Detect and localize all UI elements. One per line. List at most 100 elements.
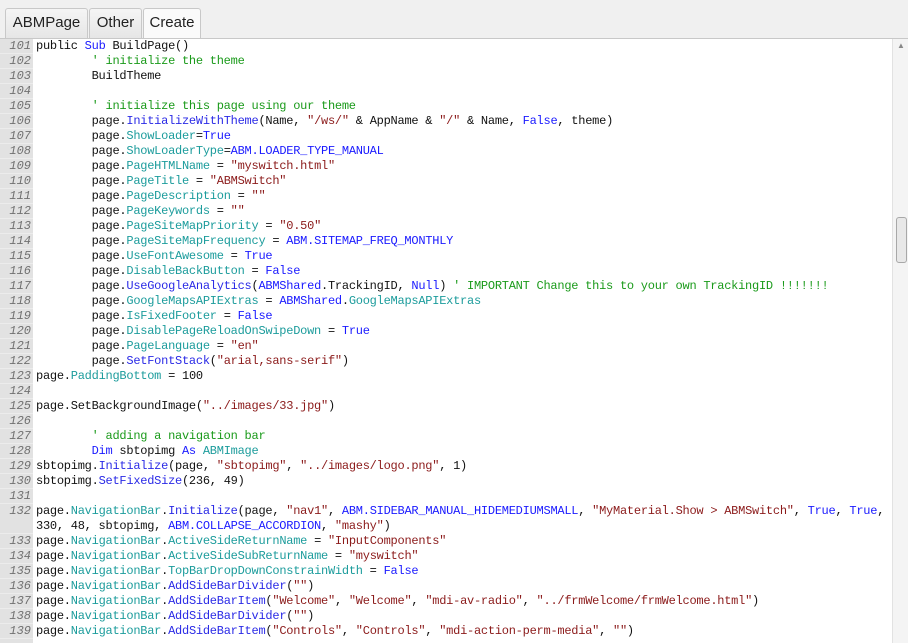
- code-line[interactable]: 124: [0, 384, 890, 399]
- line-code: page.NavigationBar.AddSideBarDivider(""): [33, 579, 890, 594]
- line-number: 123: [0, 369, 33, 384]
- string-token: "mashy": [334, 519, 384, 533]
- code-line[interactable]: 133 page.NavigationBar.ActiveSideReturnNa…: [0, 534, 890, 549]
- string-token: "": [293, 609, 308, 623]
- tab-abmpage[interactable]: ABMPage: [5, 8, 88, 38]
- method-token: UseGoogleAnalytics: [126, 279, 252, 293]
- code-token: =: [258, 219, 280, 233]
- property-token: NavigationBar: [70, 609, 162, 623]
- code-line[interactable]: 139 page.NavigationBar.AddSideBarItem("Co…: [0, 624, 890, 639]
- property-token: PageTitle: [126, 174, 189, 188]
- line-code: page.NavigationBar.AddSideBarItem("Contr…: [33, 624, 890, 639]
- code-token: page.: [36, 189, 127, 203]
- code-line[interactable]: 137 page.NavigationBar.AddSideBarItem("We…: [0, 594, 890, 609]
- code-line[interactable]: 101 public Sub BuildPage(): [0, 39, 890, 54]
- line-code: public Sub BuildPage(): [33, 39, 890, 54]
- code-token: sbtopimg.: [36, 474, 99, 488]
- code-token: page.: [36, 234, 127, 248]
- code-line[interactable]: 120 page.DisablePageReloadOnSwipeDown = …: [0, 324, 890, 339]
- code-line[interactable]: 127 ' adding a navigation bar: [0, 429, 890, 444]
- code-token: =: [209, 339, 231, 353]
- code-line[interactable]: 102 ' initialize the theme: [0, 54, 890, 69]
- property-token: NavigationBar: [70, 594, 162, 608]
- line-number: 116: [0, 264, 33, 279]
- code-token: =: [327, 549, 349, 563]
- string-token: "myswitch": [348, 549, 419, 563]
- line-code: page.PageSiteMapFrequency = ABM.SITEMAP_…: [33, 234, 890, 249]
- code-token: ,: [328, 504, 342, 518]
- keyword-token: True: [807, 504, 836, 518]
- line-code: page.UseFontAwesome = True: [33, 249, 890, 264]
- line-code: page.GoogleMapsAPIExtras = ABMShared.Goo…: [33, 294, 890, 309]
- code-line[interactable]: 108 page.ShowLoaderType=ABM.LOADER_TYPE_…: [0, 144, 890, 159]
- property-token: PaddingBottom: [70, 369, 162, 383]
- string-token: "MyMaterial.Show > ABMSwitch": [592, 504, 794, 518]
- line-code: page.PageTitle = "ABMSwitch": [33, 174, 890, 189]
- code-line[interactable]: 114 page.PageSiteMapFrequency = ABM.SITE…: [0, 234, 890, 249]
- line-number: 106: [0, 114, 33, 129]
- code-token: ,: [793, 504, 808, 518]
- line-code: page.NavigationBar.Initialize(page, "nav…: [33, 504, 890, 534]
- code-line[interactable]: 111 page.PageDescription = "": [0, 189, 890, 204]
- property-token: GoogleMapsAPIExtras: [126, 294, 259, 308]
- code-line[interactable]: 128 Dim sbtopimg As ABMImage: [0, 444, 890, 459]
- string-token: "Welcome": [272, 594, 335, 608]
- line-number: 115: [0, 249, 33, 264]
- keyword-token: Sub: [84, 39, 106, 53]
- vertical-scrollbar[interactable]: ▲: [892, 39, 908, 643]
- string-token: "/": [439, 114, 461, 128]
- code-line[interactable]: 129 sbtopimg.Initialize(page, "sbtopimg",…: [0, 459, 890, 474]
- line-code: page.PageHTMLName = "myswitch.html": [33, 159, 890, 174]
- code-token: =: [195, 129, 203, 143]
- code-line[interactable]: 113 page.PageSiteMapPriority = "0.50": [0, 219, 890, 234]
- line-number: 139: [0, 624, 33, 639]
- code-token: ): [752, 594, 759, 608]
- scroll-up-icon[interactable]: ▲: [897, 41, 905, 50]
- code-line[interactable]: 118 page.GoogleMapsAPIExtras = ABMShared…: [0, 294, 890, 309]
- code-line[interactable]: 106 page.InitializeWithTheme(Name, "/ws/…: [0, 114, 890, 129]
- tab-other[interactable]: Other: [89, 8, 142, 38]
- line-number: 122: [0, 354, 33, 369]
- code-editor[interactable]: 101 public Sub BuildPage() 102 ' initializ…: [0, 38, 908, 643]
- code-line[interactable]: 135 page.NavigationBar.TopBarDropDownCons…: [0, 564, 890, 579]
- code-line[interactable]: 105 ' initialize this page using our the…: [0, 99, 890, 114]
- code-line[interactable]: 132 page.NavigationBar.Initialize(page, "…: [0, 504, 890, 534]
- code-line[interactable]: 110 page.PageTitle = "ABMSwitch": [0, 174, 890, 189]
- code-line[interactable]: 134 page.NavigationBar.ActiveSideSubRetur…: [0, 549, 890, 564]
- code-line[interactable]: 112 page.PageKeywords = "": [0, 204, 890, 219]
- line-code: page.PaddingBottom = 100: [33, 369, 890, 384]
- line-code: page.DisablePageReloadOnSwipeDown = True: [33, 324, 890, 339]
- tab-create[interactable]: Create: [143, 8, 201, 39]
- code-line[interactable]: 123 page.PaddingBottom = 100: [0, 369, 890, 384]
- property-token: PageDescription: [126, 189, 231, 203]
- code-line[interactable]: 117 page.UseGoogleAnalytics(ABMShared.Tr…: [0, 279, 890, 294]
- code-line[interactable]: 115 page.UseFontAwesome = True: [0, 249, 890, 264]
- scrollbar-thumb[interactable]: [896, 217, 907, 263]
- code-token: =: [216, 309, 238, 323]
- code-line[interactable]: 136 page.NavigationBar.AddSideBarDivider(…: [0, 579, 890, 594]
- code-token: ,: [321, 519, 335, 533]
- comment-token: ' adding a navigation bar: [91, 429, 266, 443]
- code-token: =: [209, 204, 231, 218]
- code-line[interactable]: 109 page.PageHTMLName = "myswitch.html": [0, 159, 890, 174]
- code-line[interactable]: 138 page.NavigationBar.AddSideBarDivider(…: [0, 609, 890, 624]
- line-number: 108: [0, 144, 33, 159]
- code-line[interactable]: 131: [0, 489, 890, 504]
- code-line[interactable]: 130 sbtopimg.SetFixedSize(236, 49): [0, 474, 890, 489]
- line-code: ' initialize this page using our theme: [33, 99, 890, 114]
- code-token: , 1): [439, 459, 468, 473]
- line-number: 129: [0, 459, 33, 474]
- code-line[interactable]: 121 page.PageLanguage = "en": [0, 339, 890, 354]
- code-line[interactable]: 125 page.SetBackgroundImage("../images/33…: [0, 399, 890, 414]
- code-line[interactable]: 126: [0, 414, 890, 429]
- code-line[interactable]: 116 page.DisableBackButton = False: [0, 264, 890, 279]
- code-token: page.: [36, 219, 127, 233]
- code-line[interactable]: 103 BuildTheme: [0, 69, 890, 84]
- keyword-token: As: [181, 444, 196, 458]
- code-line[interactable]: 119 page.IsFixedFooter = False: [0, 309, 890, 324]
- code-line[interactable]: 122 page.SetFontStack("arial,sans-serif"…: [0, 354, 890, 369]
- code-line[interactable]: 104: [0, 84, 890, 99]
- code-token: page.SetBackgroundImage(: [36, 399, 203, 413]
- code-line[interactable]: 107 page.ShowLoader=True: [0, 129, 890, 144]
